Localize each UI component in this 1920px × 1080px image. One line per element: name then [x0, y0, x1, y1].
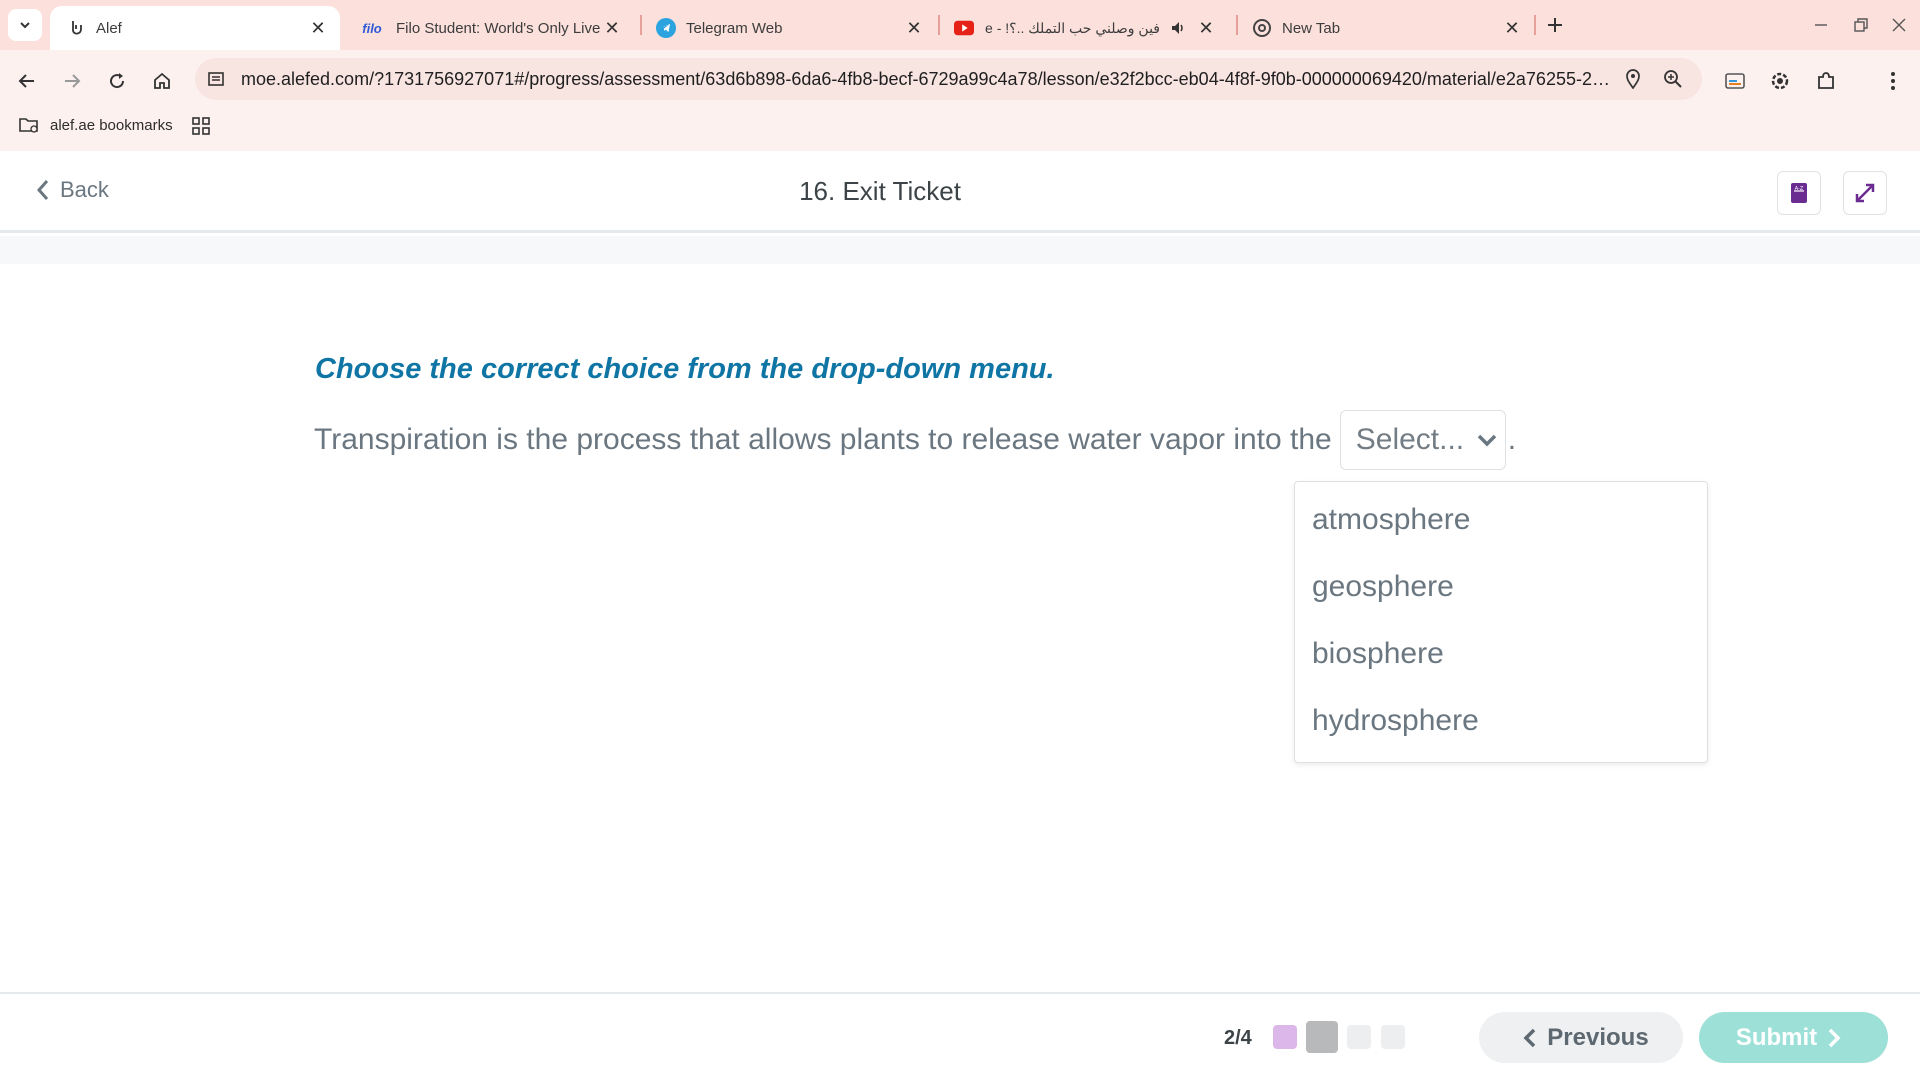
dropdown-option[interactable]: atmosphere [1295, 486, 1707, 553]
url-text: moe.alefed.com/?1731756927071#/progress/… [241, 69, 1611, 89]
question-sentence: Transpiration is the process that allows… [314, 410, 1516, 470]
restore-icon [1854, 18, 1868, 32]
svg-text:A-Z: A-Z [1795, 186, 1804, 192]
submit-button[interactable]: Submit [1699, 1012, 1888, 1063]
back-nav-button[interactable] [10, 64, 44, 98]
tab-title: فين وصلني حب التملك ..؟! - e [985, 19, 1160, 36]
youtube-icon [954, 18, 974, 38]
apps-grid-button[interactable] [192, 117, 210, 135]
question-instruction: Choose the correct choice from the drop-… [315, 353, 1055, 385]
minimize-icon [1815, 24, 1827, 26]
plus-icon [1548, 18, 1562, 32]
home-icon [154, 72, 170, 89]
extensions-button[interactable] [1809, 64, 1843, 98]
tab-new-tab[interactable]: New Tab ✕ [1236, 6, 1534, 50]
close-icon[interactable]: ✕ [904, 18, 924, 38]
progress-dot-pending[interactable] [1347, 1025, 1371, 1049]
arrow-left-icon [18, 74, 34, 88]
tab-youtube[interactable]: فين وصلني حب التملك ..؟! - e ✕ [938, 6, 1228, 50]
arrow-right-icon [65, 74, 81, 88]
cast-button[interactable] [1718, 64, 1752, 98]
question-progress-text: 2/4 [1224, 1027, 1252, 1049]
bookmark-folder-label: alef.ae bookmarks [50, 116, 173, 134]
progress-dot-current[interactable] [1306, 1021, 1338, 1053]
extension-button[interactable] [1763, 64, 1797, 98]
chevron-down-icon [1476, 433, 1498, 447]
reload-icon [110, 73, 125, 89]
more-vertical-icon [1891, 72, 1895, 90]
filo-icon: filo [362, 20, 382, 36]
close-icon[interactable]: ✕ [308, 18, 328, 38]
home-button[interactable] [145, 64, 179, 98]
glossary-button[interactable]: A-Z [1777, 171, 1821, 215]
telegram-icon [656, 18, 676, 38]
previous-button[interactable]: Previous [1479, 1012, 1683, 1063]
cast-icon [1725, 73, 1745, 89]
close-icon[interactable]: ✕ [1502, 18, 1522, 38]
minimize-button[interactable] [1806, 10, 1836, 40]
fullscreen-button[interactable] [1843, 171, 1887, 215]
browser-menu-button[interactable] [1876, 64, 1910, 98]
tab-separator [1534, 15, 1536, 35]
progress-dot-answered[interactable] [1273, 1025, 1297, 1049]
location-icon[interactable] [1624, 69, 1642, 89]
expand-icon [1855, 183, 1875, 203]
folder-icon [19, 118, 38, 133]
dropdown-option[interactable]: hydrosphere [1295, 687, 1707, 754]
close-icon[interactable]: ✕ [602, 18, 622, 38]
select-placeholder: Select... [1355, 423, 1465, 456]
close-icon [1892, 18, 1906, 32]
new-tab-button[interactable] [1542, 13, 1568, 37]
tab-search-button[interactable] [8, 9, 42, 41]
submit-label: Submit [1735, 1023, 1818, 1051]
dropdown-option[interactable]: biosphere [1295, 620, 1707, 687]
address-bar[interactable]: moe.alefed.com/?1731756927071#/progress/… [195, 58, 1702, 100]
tab-title: New Tab [1282, 19, 1341, 37]
dropdown-option[interactable]: geosphere [1295, 553, 1707, 620]
tab-title: Alef [96, 19, 122, 37]
restore-button[interactable] [1846, 10, 1876, 40]
bookmark-folder[interactable]: alef.ae bookmarks [18, 116, 173, 134]
tab-telegram[interactable]: Telegram Web ✕ [640, 6, 936, 50]
previous-label: Previous [1547, 1023, 1649, 1051]
site-info-icon[interactable] [207, 70, 225, 88]
answer-select[interactable]: Select... [1339, 410, 1506, 470]
chrome-icon [1252, 18, 1272, 38]
page-title: 16. Exit Ticket [799, 176, 961, 206]
close-window-button[interactable] [1884, 10, 1914, 40]
chevron-left-icon [1523, 1028, 1536, 1047]
content-top-band [0, 236, 1920, 264]
tab-alef[interactable]: Alef ✕ [50, 6, 340, 50]
alef-icon [66, 18, 86, 38]
tab-filo[interactable]: filo Filo Student: World's Only Live I ✕ [342, 6, 634, 50]
tab-title: Filo Student: World's Only Live I [396, 19, 602, 37]
grid-icon [192, 117, 210, 135]
sentence-period: . [1507, 423, 1517, 456]
forward-nav-button[interactable] [55, 64, 89, 98]
puzzle-icon [1818, 72, 1834, 89]
zoom-icon[interactable] [1663, 69, 1683, 89]
lesson-header: Back 16. Exit Ticket A-Z [0, 151, 1920, 233]
speaker-icon[interactable] [1170, 20, 1186, 36]
close-icon[interactable]: ✕ [1196, 18, 1216, 38]
chevron-right-icon [1828, 1028, 1841, 1047]
progress-dot-pending[interactable] [1381, 1025, 1405, 1049]
chevron-down-icon [20, 22, 30, 29]
settings-gear-icon [1771, 72, 1789, 90]
question-text: Transpiration is the process that allows… [314, 423, 1332, 456]
glossary-book-icon: A-Z [1791, 183, 1807, 203]
answer-dropdown-menu: atmosphere geosphere biosphere hydrosphe… [1294, 481, 1708, 763]
reload-button[interactable] [100, 64, 134, 98]
tab-title: Telegram Web [686, 19, 783, 37]
